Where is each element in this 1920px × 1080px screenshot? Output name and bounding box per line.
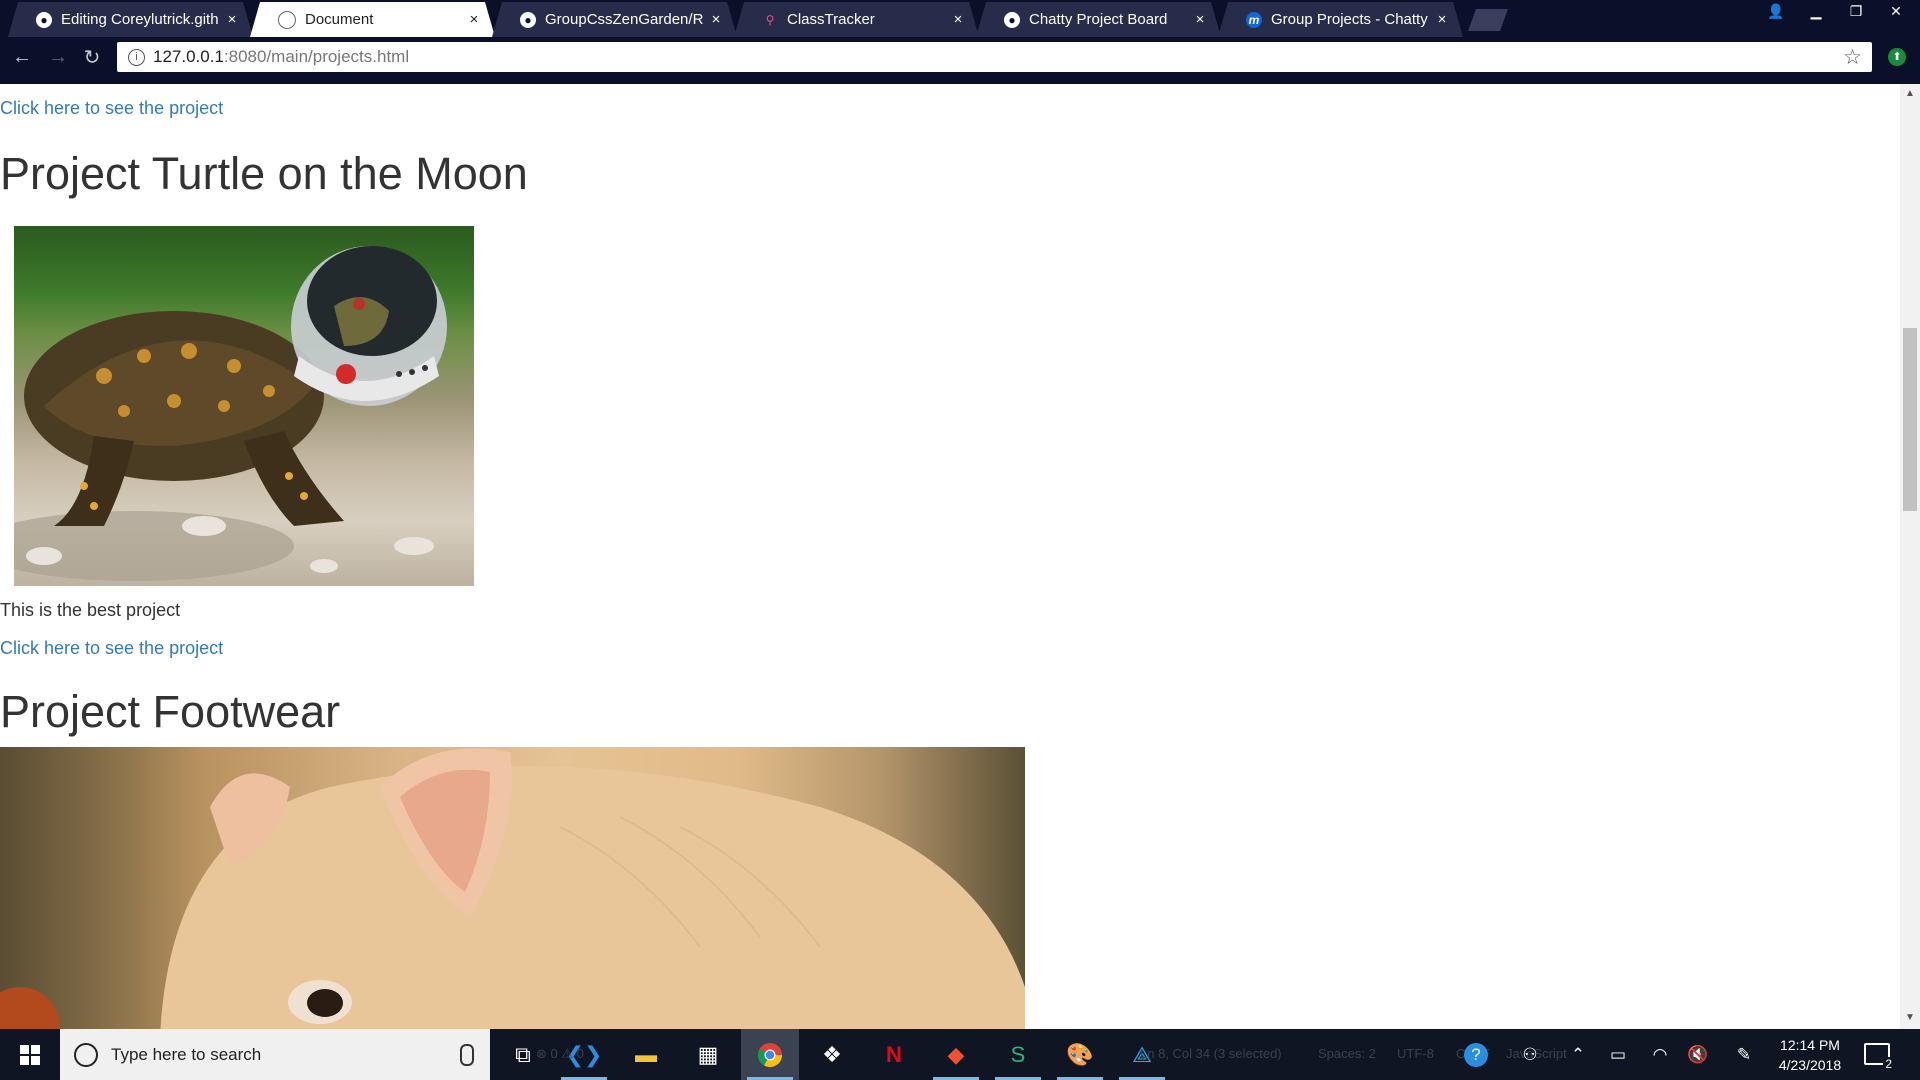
reload-icon[interactable]: ↻ [78,43,106,71]
address-bar[interactable]: i 127.0.0.1:8080/main/projects.html ☆ [117,42,1872,72]
dropbox-icon[interactable]: ❖ [803,1029,861,1080]
help-icon[interactable]: ? [1460,1029,1492,1080]
browser-tab-strip: ● Editing Coreylutrick.githu × Document … [0,0,1920,37]
tab-chatty-project-board[interactable]: ● Chatty Project Board × [976,2,1221,37]
action-center-icon[interactable]: 2 [1864,1043,1894,1071]
slack-app-icon[interactable]: S [989,1029,1047,1080]
minimize-icon[interactable]: ▁ [1796,0,1836,22]
page-viewport: Click here to see the project Project Tu… [0,84,1900,1029]
piglet-image [0,747,1025,1029]
m-icon: m [1246,12,1262,28]
profile-icon[interactable]: 👤 [1756,0,1796,22]
project-title: Project Turtle on the Moon [0,148,528,199]
github-icon: ● [36,12,52,28]
taskbar: Type here to search ⧉ ❮❯ ▬ ▦ ❖ N ◆ S 🎨 ⟁… [0,1029,1920,1080]
cortana-icon [74,1042,98,1067]
clock[interactable]: 12:14 PM 4/23/2018 [1760,1035,1860,1075]
close-icon[interactable]: × [709,11,723,28]
store-icon[interactable]: ▦ [679,1029,737,1080]
pen-icon[interactable]: ✎ [1730,1029,1758,1080]
url-path: :8080/main/projects.html [223,47,410,66]
url-host: 127.0.0.1 [153,47,224,66]
show-hidden-icons-icon[interactable]: ⌃ [1564,1029,1592,1080]
scrollbar-thumb[interactable] [1903,328,1917,511]
microphone-icon[interactable] [460,1043,474,1066]
flamingo-icon: ⚲ [765,12,775,27]
page-scrollbar[interactable] [1900,84,1920,1029]
tab-title: Document [305,11,374,28]
tab-title: Group Projects - Chatty - [1271,11,1429,28]
browser-toolbar: ← → ↻ i 127.0.0.1:8080/main/projects.htm… [0,37,1920,76]
clock-date: 4/23/2018 [1778,1057,1842,1073]
close-icon[interactable]: × [1193,11,1207,28]
notification-count: 2 [1883,1057,1894,1071]
volume-muted-icon[interactable]: 🔇 [1684,1029,1712,1080]
tab-classtracker[interactable]: ⚲ ClassTracker × [734,2,979,37]
ghost-status-position: Ln 8, Col 34 (3 selected) [1140,1046,1282,1061]
back-icon[interactable]: ← [8,43,36,71]
battery-icon[interactable]: ▭ [1604,1029,1632,1080]
windows-logo-icon [20,1044,40,1065]
close-icon[interactable]: × [467,11,481,28]
clock-time: 12:14 PM [1780,1037,1840,1053]
new-tab-button[interactable] [1468,9,1508,31]
close-icon[interactable]: × [951,11,965,28]
ghost-status-encoding: UTF-8 [1397,1046,1434,1061]
ghost-status-spaces: Spaces: 2 [1318,1046,1376,1061]
scroll-down-icon[interactable]: ▼ [1903,1012,1917,1026]
wifi-icon[interactable]: ◠ [1646,1029,1674,1080]
bookmark-star-icon[interactable]: ☆ [1843,45,1862,70]
close-icon[interactable]: × [225,11,239,28]
info-icon[interactable]: i [128,48,145,66]
tab-groupcsszengarden[interactable]: ● GroupCssZenGarden/RE/ × [492,2,737,37]
search-placeholder: Type here to search [111,1044,262,1064]
tab-title: Chatty Project Board [1029,11,1168,28]
tab-editing-coreylutrick[interactable]: ● Editing Coreylutrick.githu × [8,2,253,37]
github-icon: ● [1004,12,1020,28]
document-icon [278,11,296,29]
tab-title: Editing Coreylutrick.githu [61,11,219,28]
project-description: This is the best project [0,600,181,620]
people-icon[interactable]: ⚇ [1514,1029,1546,1080]
git-icon[interactable]: ◆ [927,1029,985,1080]
toolbar-divider [0,76,1920,84]
start-button[interactable] [0,1029,60,1080]
extension-icon[interactable]: ⬆ [1888,48,1906,66]
paint-icon[interactable]: 🎨 [1051,1029,1109,1080]
project-link[interactable]: Click here to see the project [0,638,223,659]
restore-icon[interactable]: ❐ [1836,0,1876,22]
tab-title: ClassTracker [787,11,875,28]
project-link[interactable]: Click here to see the project [0,98,223,119]
url-text: 127.0.0.1:8080/main/projects.html [153,47,409,67]
netflix-icon[interactable]: N [865,1029,923,1080]
tab-group-projects-chatty[interactable]: m Group Projects - Chatty - × [1218,2,1463,37]
scroll-up-icon[interactable]: ▲ [1903,88,1917,102]
taskbar-search[interactable]: Type here to search [60,1029,490,1080]
close-icon[interactable]: × [1435,11,1449,28]
chrome-icon[interactable] [741,1029,799,1080]
forward-icon[interactable]: → [44,43,72,71]
tab-document[interactable]: Document × [250,2,495,37]
project-title: Project Footwear [0,686,341,737]
close-window-icon[interactable]: ✕ [1876,0,1916,22]
github-icon: ● [520,12,536,28]
file-explorer-icon[interactable]: ▬ [617,1029,675,1080]
ghost-status-problems: ⊗ 0 ⚠ 0 [536,1046,584,1061]
turtle-image [14,226,474,586]
tab-title: GroupCssZenGarden/RE/ [545,11,703,28]
